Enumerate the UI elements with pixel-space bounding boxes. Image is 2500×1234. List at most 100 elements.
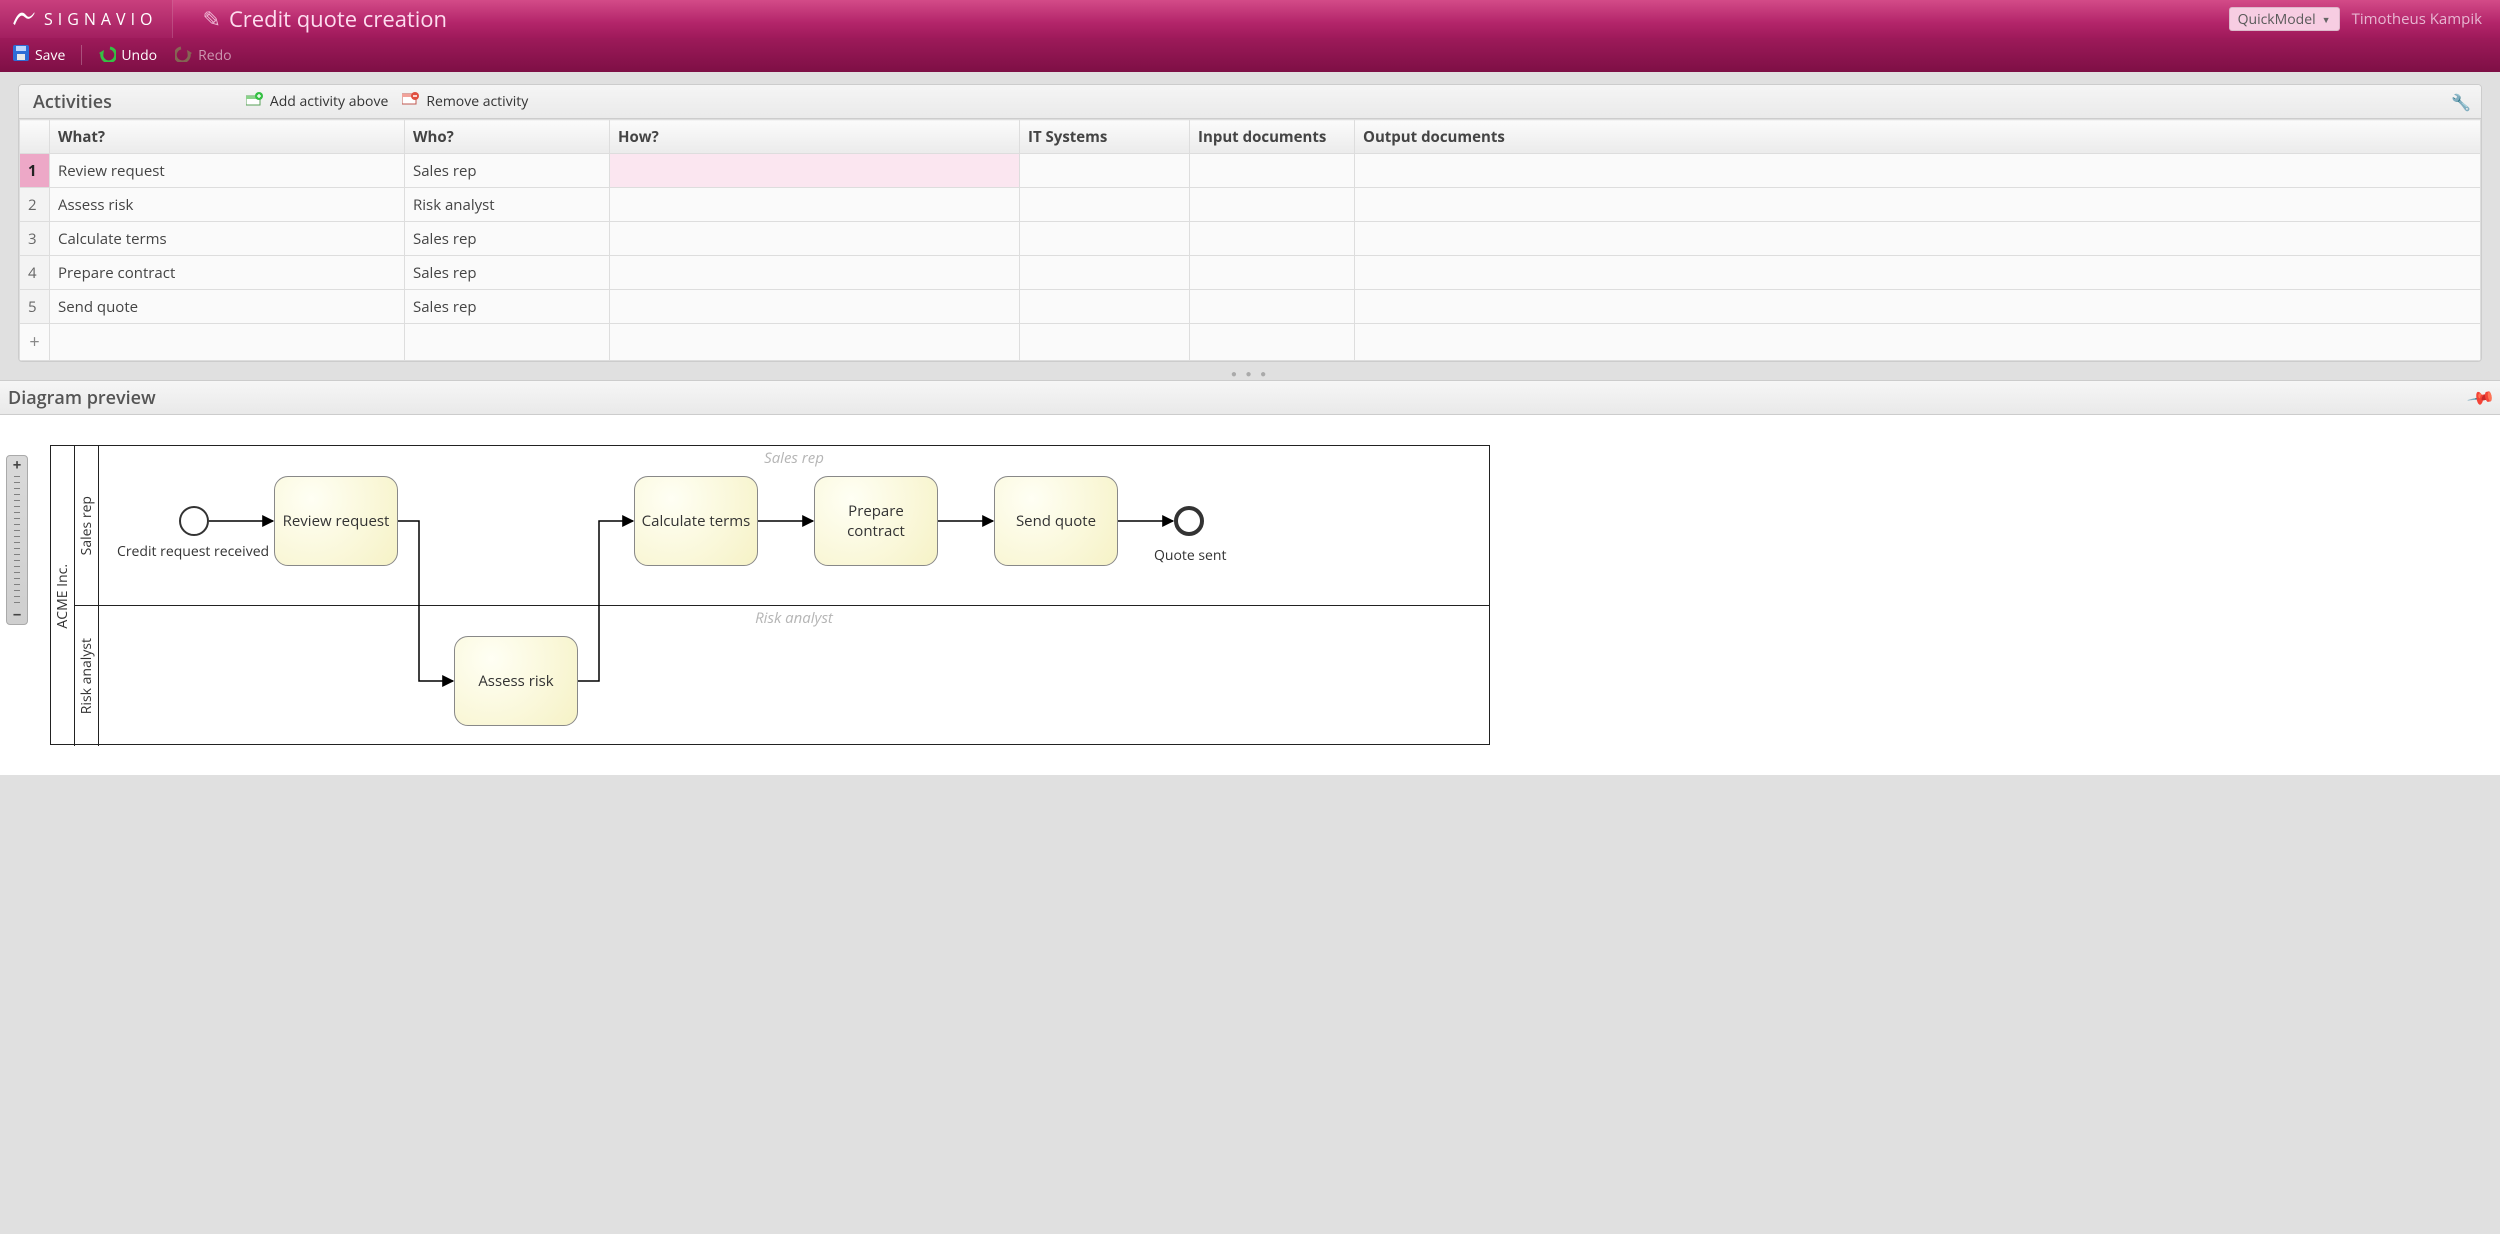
task-calculate-terms[interactable]: Calculate terms	[634, 476, 758, 566]
cell-in[interactable]	[1190, 256, 1355, 290]
cell-in[interactable]	[1190, 222, 1355, 256]
current-user[interactable]: Timotheus Kampik	[2352, 9, 2500, 29]
undo-button[interactable]: Undo	[92, 41, 163, 70]
activities-title: Activities	[19, 90, 126, 114]
cell-sys[interactable]	[1020, 154, 1190, 188]
col-output-docs[interactable]: Output documents	[1355, 120, 2481, 154]
row-number[interactable]: 3	[20, 222, 50, 256]
zoom-in-icon[interactable]: +	[7, 456, 27, 474]
preview-header: Diagram preview 📌	[0, 381, 2500, 415]
cell-sys[interactable]	[1020, 256, 1190, 290]
cell-who[interactable]: Sales rep	[405, 290, 610, 324]
cell-out[interactable]	[1355, 188, 2481, 222]
panel-splitter[interactable]: ● ● ●	[0, 366, 2500, 380]
save-icon	[12, 44, 30, 67]
zoom-track[interactable]	[14, 476, 20, 604]
cell-how[interactable]	[610, 188, 1020, 222]
signavio-logo-icon	[10, 4, 36, 35]
cell-out[interactable]	[1355, 256, 2481, 290]
col-it-systems[interactable]: IT Systems	[1020, 120, 1190, 154]
cell-what[interactable]: Assess risk	[50, 188, 405, 222]
cell-who[interactable]: Sales rep	[405, 154, 610, 188]
cell-how[interactable]	[610, 256, 1020, 290]
lane1-caption: Sales rep	[764, 448, 824, 468]
table-row[interactable]: 4 Prepare contract Sales rep	[20, 256, 2481, 290]
cell-who[interactable]: Risk analyst	[405, 188, 610, 222]
cell-how[interactable]	[610, 290, 1020, 324]
cell-who[interactable]: Sales rep	[405, 256, 610, 290]
table-row[interactable]: 2 Assess risk Risk analyst	[20, 188, 2481, 222]
cell-out[interactable]	[1355, 222, 2481, 256]
redo-icon	[175, 44, 193, 67]
brand-zone[interactable]: SIGNAVIO	[0, 0, 173, 38]
preview-canvas[interactable]: + − ACME Inc. Sales rep Sales rep Credit…	[0, 415, 2500, 775]
lane2-header: Risk analyst	[75, 606, 99, 746]
remove-row-icon	[402, 92, 420, 111]
pool-header: ACME Inc.	[51, 446, 75, 746]
add-activity-above-label: Add activity above	[270, 92, 388, 111]
pin-icon[interactable]: 📌	[2465, 381, 2497, 414]
app-header: SIGNAVIO ✎ Credit quote creation QuickMo…	[0, 0, 2500, 38]
col-how[interactable]: How?	[610, 120, 1020, 154]
table-row[interactable]: 1 Review request Sales rep	[20, 154, 2481, 188]
redo-button[interactable]: Redo	[169, 41, 238, 70]
cell-sys[interactable]	[1020, 188, 1190, 222]
lane-sales-rep: Sales rep Sales rep Credit request recei…	[75, 446, 1489, 606]
cell-what[interactable]: Send quote	[50, 290, 405, 324]
add-row[interactable]: +	[20, 324, 2481, 361]
cell-what[interactable]: Prepare contract	[50, 256, 405, 290]
end-event[interactable]	[1174, 506, 1204, 536]
cell-how[interactable]	[610, 154, 1020, 188]
activities-panel-header: Activities Add activity above Remove act…	[19, 85, 2481, 119]
brand-text: SIGNAVIO	[44, 8, 158, 30]
row-number[interactable]: 1	[20, 154, 50, 188]
task-assess-risk[interactable]: Assess risk	[454, 636, 578, 726]
cell-sys[interactable]	[1020, 222, 1190, 256]
table-row[interactable]: 5 Send quote Sales rep	[20, 290, 2481, 324]
add-row-icon	[246, 92, 264, 111]
col-rownum[interactable]	[20, 120, 50, 154]
task-send-quote[interactable]: Send quote	[994, 476, 1118, 566]
task-prepare-contract[interactable]: Prepare contract	[814, 476, 938, 566]
row-number[interactable]: 2	[20, 188, 50, 222]
end-event-label: Quote sent	[1154, 546, 1227, 565]
row-number[interactable]: 5	[20, 290, 50, 324]
col-who[interactable]: Who?	[405, 120, 610, 154]
remove-activity-label: Remove activity	[426, 92, 528, 111]
cell-sys[interactable]	[1020, 290, 1190, 324]
row-number[interactable]: 4	[20, 256, 50, 290]
cell-how[interactable]	[610, 222, 1020, 256]
start-event[interactable]	[179, 506, 209, 536]
add-activity-above-button[interactable]: Add activity above	[246, 92, 388, 111]
cell-in[interactable]	[1190, 290, 1355, 324]
zoom-out-icon[interactable]: −	[7, 606, 27, 624]
bpmn-pool: ACME Inc. Sales rep Sales rep Credit req…	[50, 445, 1490, 745]
cell-what[interactable]: Calculate terms	[50, 222, 405, 256]
add-row-plus[interactable]: +	[20, 324, 50, 361]
cell-in[interactable]	[1190, 188, 1355, 222]
panel-settings-icon[interactable]: 🔧	[2441, 91, 2481, 113]
cell-in[interactable]	[1190, 154, 1355, 188]
page-title: Credit quote creation	[229, 4, 447, 34]
col-what[interactable]: What?	[50, 120, 405, 154]
page-title-zone[interactable]: ✎ Credit quote creation	[173, 4, 448, 34]
mode-selector-label: QuickModel	[2238, 10, 2316, 29]
cell-who[interactable]: Sales rep	[405, 222, 610, 256]
task-review-request[interactable]: Review request	[274, 476, 398, 566]
lane-risk-analyst: Risk analyst Risk analyst Assess risk	[75, 606, 1489, 746]
table-row[interactable]: 3 Calculate terms Sales rep	[20, 222, 2481, 256]
activities-table: What? Who? How? IT Systems Input documen…	[19, 119, 2481, 361]
activities-panel: Activities Add activity above Remove act…	[18, 84, 2482, 362]
toolbar-separator	[81, 45, 82, 65]
save-button[interactable]: Save	[6, 41, 71, 70]
remove-activity-button[interactable]: Remove activity	[402, 92, 528, 111]
activities-header-row: What? Who? How? IT Systems Input documen…	[20, 120, 2481, 154]
cell-out[interactable]	[1355, 154, 2481, 188]
cell-what[interactable]: Review request	[50, 154, 405, 188]
col-input-docs[interactable]: Input documents	[1190, 120, 1355, 154]
zoom-slider[interactable]: + −	[6, 455, 28, 625]
lane1-label: Sales rep	[77, 496, 96, 555]
cell-out[interactable]	[1355, 290, 2481, 324]
lane2-caption: Risk analyst	[755, 608, 833, 628]
mode-selector[interactable]: QuickModel ▼	[2229, 7, 2340, 31]
